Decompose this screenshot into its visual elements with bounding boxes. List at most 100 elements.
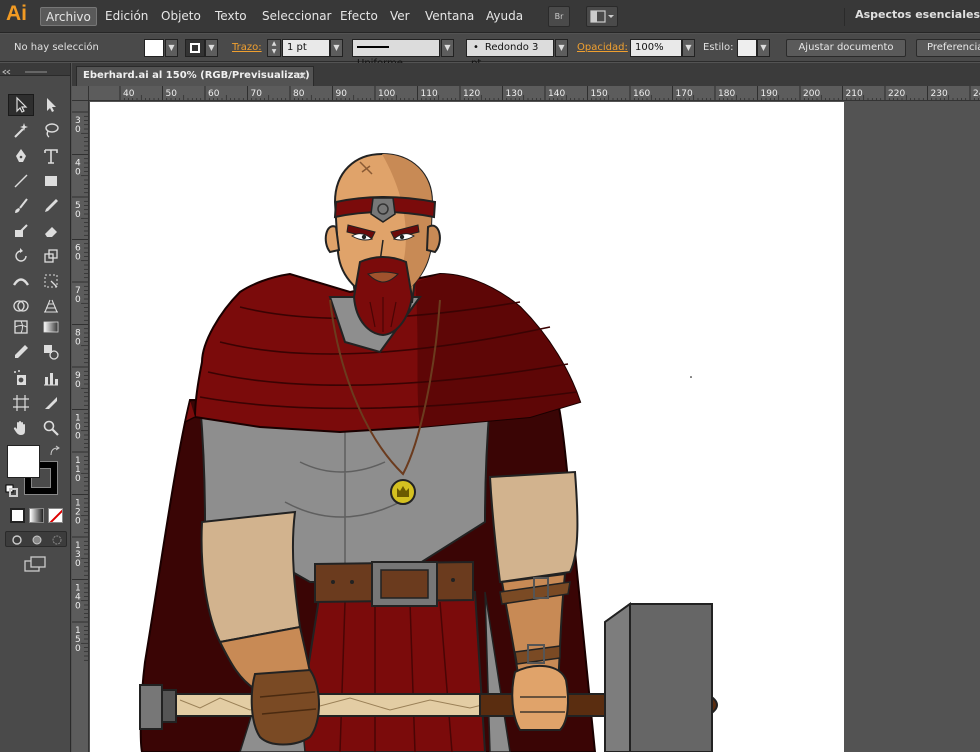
- menu-efecto[interactable]: Efecto: [335, 7, 383, 26]
- type-tool[interactable]: [38, 145, 64, 167]
- eyedropper-tool[interactable]: [8, 341, 34, 363]
- horizontal-ruler[interactable]: 40 50 60 70 80 90 100 110 120 130 140 150 160 170 180 1…: [89, 86, 980, 101]
- opacity-input[interactable]: 100%: [630, 39, 682, 57]
- menu-bar: Ai Archivo Edición Objeto Texto Seleccio…: [0, 0, 980, 33]
- blend-tool[interactable]: [38, 341, 64, 363]
- app-logo: Ai: [6, 2, 27, 25]
- document-tab[interactable]: Eberhard.ai al 150% (RGB/Previsualizar) …: [76, 66, 314, 86]
- artboard-icon: [13, 395, 29, 411]
- rotate-tool[interactable]: [8, 245, 34, 267]
- ruler-label: 100: [378, 89, 395, 99]
- hand-icon: [13, 421, 25, 435]
- ruler-label: 130: [506, 89, 523, 99]
- ruler-label: 160: [633, 89, 650, 99]
- swap-fill-stroke-icon[interactable]: [48, 445, 62, 459]
- ruler-origin[interactable]: [72, 86, 89, 101]
- none-mode-button[interactable]: [48, 508, 63, 523]
- rotate-icon: [15, 248, 27, 262]
- close-tab-icon[interactable]: ×: [298, 67, 307, 85]
- column-graph-tool[interactable]: [38, 367, 64, 389]
- mesh-icon: [14, 320, 28, 334]
- graphic-style-swatch[interactable]: [737, 39, 757, 57]
- slice-tool[interactable]: [38, 392, 64, 414]
- ruler-label: 0: [75, 338, 81, 348]
- paintbrush-icon: [15, 198, 28, 213]
- vertical-ruler[interactable]: 30405060708090100110120130140150: [72, 101, 89, 752]
- profile-dropdown[interactable]: ▼: [441, 39, 454, 57]
- gradient-mode-button[interactable]: [29, 508, 44, 523]
- arrange-documents-button[interactable]: [586, 6, 618, 27]
- blob-brush-tool[interactable]: [8, 220, 34, 242]
- width-tool[interactable]: [8, 270, 34, 292]
- menu-edicion[interactable]: Edición: [100, 7, 153, 26]
- default-fill-stroke-icon[interactable]: [5, 484, 19, 498]
- screen-mode-icon[interactable]: [23, 555, 49, 573]
- bridge-button[interactable]: Br: [548, 6, 570, 27]
- draw-normal-icon[interactable]: [10, 533, 24, 547]
- zoom-tool[interactable]: [38, 417, 64, 439]
- menu-ver[interactable]: Ver: [385, 7, 415, 26]
- draw-behind-icon[interactable]: [30, 533, 44, 547]
- color-mode-button[interactable]: [10, 508, 25, 523]
- menu-archivo[interactable]: Archivo: [40, 7, 97, 26]
- preferences-button[interactable]: Preferencias: [916, 39, 980, 57]
- fill-dropdown[interactable]: ▼: [165, 39, 178, 57]
- opacity-dropdown[interactable]: ▼: [682, 39, 695, 57]
- stroke-weight-input[interactable]: 1 pt: [282, 39, 330, 57]
- left-sleeve: [200, 510, 302, 644]
- stroke-weight-dropdown[interactable]: ▼: [330, 39, 343, 57]
- stroke-label[interactable]: Trazo:: [232, 42, 262, 53]
- menu-seleccionar[interactable]: Seleccionar: [257, 7, 336, 26]
- artboard-tool[interactable]: [8, 392, 34, 414]
- brush-dropdown[interactable]: ▼: [555, 39, 568, 57]
- menu-ventana[interactable]: Ventana: [420, 7, 479, 26]
- style-dropdown[interactable]: ▼: [757, 39, 770, 57]
- paintbrush-tool[interactable]: [8, 195, 34, 217]
- rectangle-tool[interactable]: [38, 170, 64, 192]
- draw-mode-group: [5, 531, 67, 547]
- opacity-label[interactable]: Opacidad:: [577, 42, 628, 53]
- mesh-tool[interactable]: [8, 316, 34, 338]
- magic-wand-tool[interactable]: [8, 119, 34, 141]
- direct-selection-tool[interactable]: [38, 94, 64, 116]
- eraser-icon: [45, 227, 57, 237]
- hand-tool[interactable]: [8, 417, 34, 439]
- tools-panel-header[interactable]: [0, 63, 70, 76]
- draw-inside-icon[interactable]: [50, 533, 64, 547]
- stroke-weight-stepper[interactable]: ▲ ▼: [267, 39, 281, 57]
- menu-objeto[interactable]: Objeto: [156, 7, 206, 26]
- gradient-icon: [43, 321, 59, 333]
- ruler-label: 50: [166, 89, 178, 99]
- free-transform-tool[interactable]: [38, 270, 64, 292]
- canvas-area[interactable]: [90, 102, 980, 752]
- character-illustration[interactable]: [90, 102, 980, 752]
- scale-icon: [44, 249, 58, 263]
- workspace-switcher[interactable]: Aspectos esenciales: [844, 8, 980, 26]
- menu-ayuda[interactable]: Ayuda: [481, 7, 528, 26]
- pen-tool[interactable]: [8, 145, 34, 167]
- magnifier-icon: [43, 420, 59, 436]
- ruler-label: 0: [75, 474, 81, 484]
- eraser-tool[interactable]: [38, 220, 64, 242]
- line-segment-tool[interactable]: [8, 170, 34, 192]
- lasso-tool[interactable]: [38, 119, 64, 141]
- symbol-sprayer-tool[interactable]: [8, 367, 34, 389]
- pen-nib-icon: [16, 149, 26, 162]
- fill-swatch[interactable]: [144, 39, 164, 57]
- stroke-swatch[interactable]: [185, 39, 205, 57]
- variable-width-profile[interactable]: Uniforme: [352, 39, 440, 69]
- brush-definition[interactable]: •Redondo 3 pt.: [466, 39, 554, 69]
- shape-builder-tool[interactable]: [8, 295, 34, 317]
- gradient-tool[interactable]: [38, 316, 64, 338]
- perspective-grid-tool[interactable]: [38, 295, 64, 317]
- illustrator-window: Ai Archivo Edición Objeto Texto Seleccio…: [0, 0, 980, 752]
- stroke-icon: [190, 43, 200, 53]
- ruler-label: 0: [75, 295, 81, 305]
- stroke-dropdown[interactable]: ▼: [205, 39, 218, 57]
- fill-color-box[interactable]: [7, 445, 40, 478]
- document-setup-button[interactable]: Ajustar documento: [786, 39, 906, 57]
- menu-texto[interactable]: Texto: [210, 7, 252, 26]
- selection-tool[interactable]: [8, 94, 34, 116]
- pencil-tool[interactable]: [38, 195, 64, 217]
- scale-tool[interactable]: [38, 245, 64, 267]
